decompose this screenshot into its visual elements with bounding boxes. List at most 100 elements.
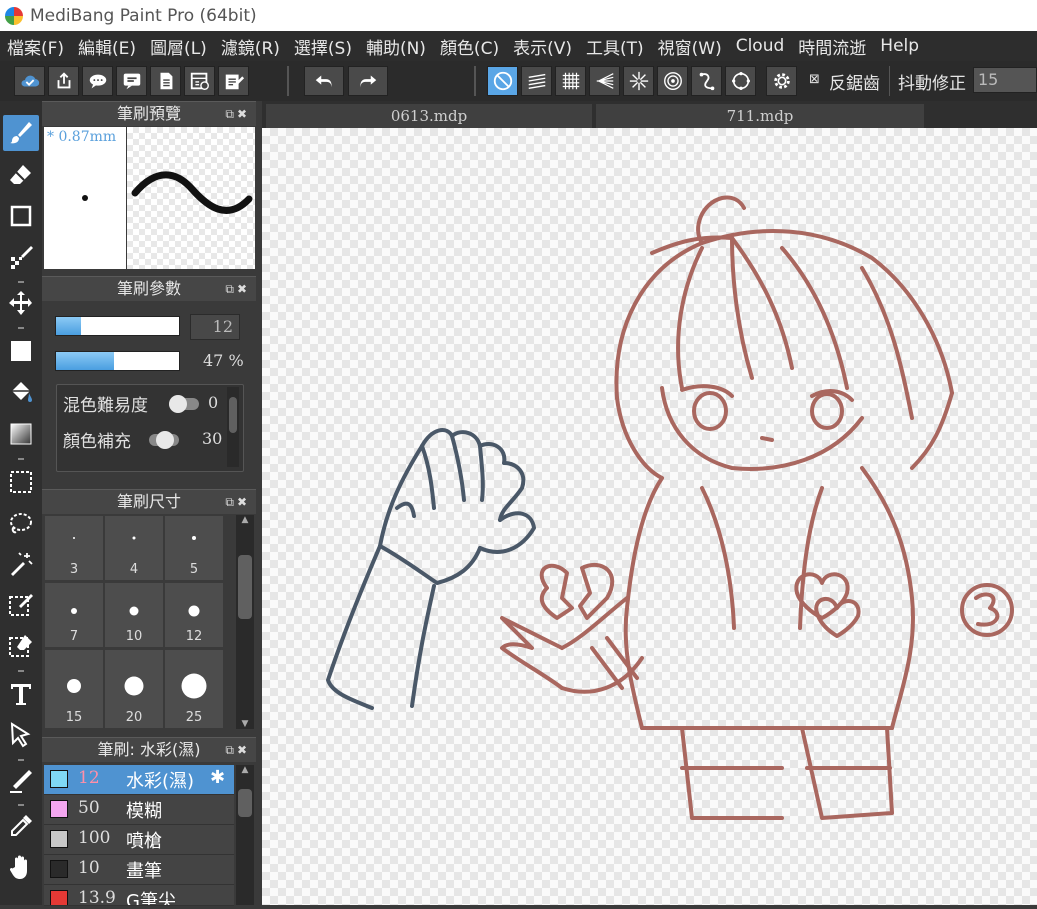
- magic-wand-tool[interactable]: [3, 546, 39, 582]
- undo-button[interactable]: [304, 66, 344, 96]
- menu-file[interactable]: 檔案(F): [0, 34, 71, 59]
- fill-shape-tool[interactable]: [3, 333, 39, 369]
- lasso-tool[interactable]: [3, 505, 39, 541]
- document-icon: [160, 72, 172, 90]
- menu-select[interactable]: 選擇(S): [287, 34, 359, 59]
- document-button[interactable]: [150, 66, 181, 96]
- scroll-down-icon[interactable]: ▼: [236, 719, 254, 729]
- tab-711[interactable]: 711.mdp: [596, 104, 924, 128]
- mix-difficulty-slider[interactable]: [169, 395, 199, 413]
- size-cell[interactable]: 25: [165, 650, 223, 728]
- brush-settings-gear-icon[interactable]: ✱: [210, 767, 225, 788]
- menu-cloud[interactable]: Cloud: [729, 36, 792, 56]
- redo-button[interactable]: [348, 66, 388, 96]
- edit-list-button[interactable]: [218, 66, 249, 96]
- scroll-up-icon[interactable]: ▲: [236, 765, 254, 775]
- brush-list-scrollbar[interactable]: ▲: [236, 765, 254, 905]
- schedule-button[interactable]: [184, 66, 215, 96]
- filled-square-icon: [11, 341, 31, 361]
- converging-lines-icon: [596, 73, 614, 89]
- menu-edit[interactable]: 編輯(E): [71, 34, 143, 59]
- size-cell[interactable]: 4: [105, 516, 163, 580]
- brush-tool[interactable]: [3, 115, 39, 151]
- text-tool[interactable]: [3, 676, 39, 712]
- comment-button[interactable]: [82, 66, 113, 96]
- select-eraser-tool[interactable]: [3, 628, 39, 664]
- parallel-snap-button[interactable]: [521, 66, 552, 96]
- brush-item-blur[interactable]: 50 模糊: [44, 795, 234, 825]
- opacity-slider[interactable]: [55, 351, 180, 371]
- size-cell[interactable]: 7: [45, 583, 103, 647]
- share-button[interactable]: [48, 66, 79, 96]
- hand-tool[interactable]: [3, 849, 39, 885]
- size-cell[interactable]: 5: [165, 516, 223, 580]
- size-label: 5: [189, 562, 199, 577]
- brush-item-watercolor[interactable]: 12 水彩(濕) ✱: [44, 765, 234, 795]
- snap-settings-button[interactable]: [766, 66, 797, 96]
- menu-assist[interactable]: 輔助(N): [359, 34, 433, 59]
- size-cell[interactable]: 10: [105, 583, 163, 647]
- size-dot: [124, 676, 144, 696]
- radial-snap-button[interactable]: [623, 66, 654, 96]
- size-cell[interactable]: 20: [105, 650, 163, 728]
- prohibited-icon: [493, 71, 512, 91]
- drawing-canvas[interactable]: [262, 128, 1037, 905]
- brush-dots-tool[interactable]: [3, 239, 39, 275]
- gradient-tool[interactable]: [3, 416, 39, 452]
- select-pen-tool[interactable]: [3, 587, 39, 623]
- snap-off-button[interactable]: [487, 66, 518, 96]
- operation-tool[interactable]: [3, 717, 39, 753]
- scroll-up-icon[interactable]: ▲: [236, 515, 254, 525]
- panel-controls-icon[interactable]: ⧉✖: [225, 277, 250, 301]
- brush-item-airbrush[interactable]: 100 噴槍: [44, 825, 234, 855]
- brush-size-slider[interactable]: [55, 316, 180, 336]
- select-tool[interactable]: [3, 464, 39, 500]
- panel-controls-icon[interactable]: ⧉✖: [225, 102, 250, 126]
- window-title: MediBang Paint Pro (64bit): [30, 5, 257, 26]
- color-fill-slider[interactable]: [149, 431, 179, 449]
- panel-controls-icon[interactable]: ⧉✖: [225, 490, 250, 514]
- move-tool[interactable]: [3, 285, 39, 321]
- gear-icon: [773, 73, 790, 89]
- brush-item-gpen[interactable]: 13.9 G筆尖: [44, 885, 234, 906]
- blur-tool[interactable]: [3, 763, 39, 799]
- brush-size-input[interactable]: 12: [190, 314, 240, 340]
- top-toolbar: ⊠ 反鋸齒 抖動修正 15: [0, 61, 1037, 101]
- share-upload-icon: [57, 72, 70, 89]
- size-cell[interactable]: 12: [165, 583, 223, 647]
- size-scrollbar[interactable]: ▲ ▼: [236, 515, 254, 729]
- message-button[interactable]: [116, 66, 147, 96]
- scrollbar-thumb[interactable]: [229, 397, 237, 433]
- stabilizer-input[interactable]: 15: [973, 67, 1037, 93]
- menu-view[interactable]: 表示(V): [506, 34, 579, 59]
- panel-controls-icon[interactable]: ⧉✖: [225, 738, 250, 762]
- scrollbar-thumb[interactable]: [238, 555, 252, 619]
- size-cell[interactable]: 15: [45, 650, 103, 728]
- menu-color[interactable]: 顏色(C): [433, 34, 506, 59]
- curve-snap-button[interactable]: [691, 66, 722, 96]
- grid-snap-button[interactable]: [555, 66, 586, 96]
- focus-lines-snap-button[interactable]: [589, 66, 620, 96]
- text-t-icon: [11, 684, 31, 705]
- bucket-tool[interactable]: [3, 375, 39, 411]
- menu-filter[interactable]: 濾鏡(R): [214, 34, 287, 59]
- color-fill-label: 顏色補充: [63, 432, 131, 452]
- menu-layer[interactable]: 圖層(L): [143, 34, 214, 59]
- antialias-checkbox[interactable]: ⊠: [809, 72, 820, 87]
- eyedropper-tool[interactable]: [3, 808, 39, 844]
- brush-item-paintbrush[interactable]: 10 畫筆: [44, 855, 234, 885]
- menu-tool[interactable]: 工具(T): [579, 34, 651, 59]
- ellipse-snap-button[interactable]: [725, 66, 756, 96]
- menu-window[interactable]: 視窗(W): [651, 34, 729, 59]
- cloud-check-button[interactable]: [14, 66, 45, 96]
- eraser-tool[interactable]: [3, 157, 39, 193]
- concentric-snap-button[interactable]: [657, 66, 688, 96]
- size-cell[interactable]: 3: [45, 516, 103, 580]
- scrollbar-thumb[interactable]: [238, 789, 252, 817]
- menu-help[interactable]: Help: [873, 36, 926, 56]
- tab-0613[interactable]: 0613.mdp: [266, 104, 592, 128]
- params-scrollbar[interactable]: [227, 387, 239, 467]
- menu-timelapse[interactable]: 時間流逝: [791, 34, 873, 59]
- dot-tool[interactable]: [3, 198, 39, 234]
- brush-item-size: 12: [78, 768, 100, 788]
